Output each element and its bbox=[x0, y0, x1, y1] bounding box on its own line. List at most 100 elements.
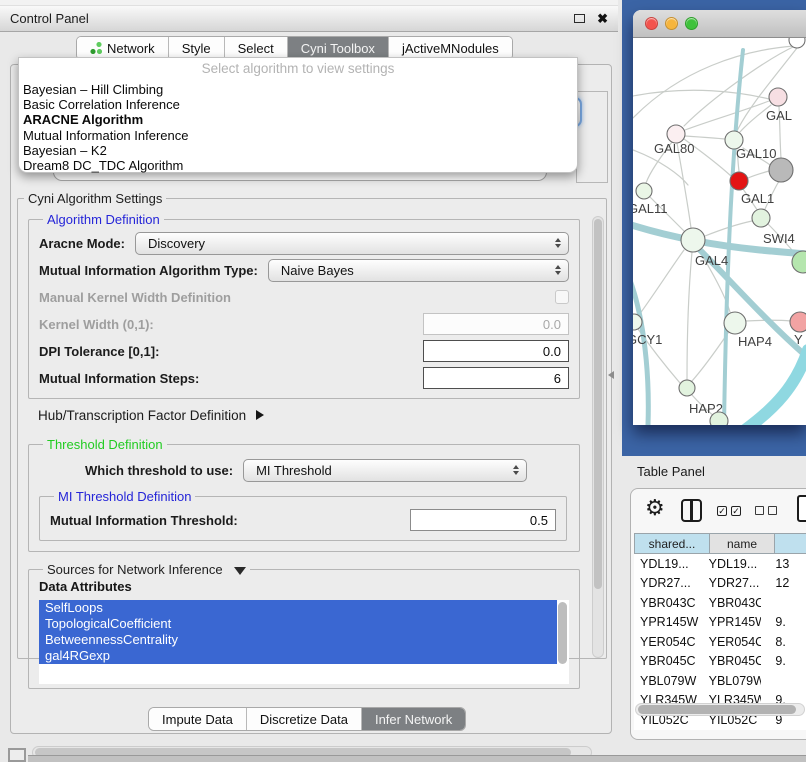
table-cell: 9. bbox=[761, 615, 806, 629]
network-node-label: GAL bbox=[766, 108, 792, 123]
mi-threshold-input[interactable]: 0.5 bbox=[410, 509, 556, 531]
network-node[interactable] bbox=[710, 412, 728, 425]
column-header[interactable] bbox=[775, 533, 806, 554]
algorithm-option[interactable]: ARACNE Algorithm bbox=[19, 112, 577, 127]
network-edge[interactable] bbox=[639, 250, 684, 315]
table-row[interactable]: YBR043CYBR043C bbox=[634, 593, 806, 613]
algorithm-option[interactable]: Mutual Information Inference bbox=[19, 128, 577, 143]
gear-icon[interactable]: ⚙ bbox=[645, 497, 665, 519]
table-row[interactable]: YDR27...YDR27...12 bbox=[634, 574, 806, 594]
manual-kernel-checkbox[interactable] bbox=[555, 290, 569, 304]
algorithm-option[interactable]: Bayesian – K2 bbox=[19, 143, 577, 158]
network-node-swi4[interactable] bbox=[752, 209, 770, 227]
network-node-gal1[interactable] bbox=[730, 172, 748, 190]
splitter-collapse-arrow[interactable] bbox=[608, 371, 614, 379]
table-cell: YBR045C bbox=[703, 654, 762, 668]
table-row[interactable]: YBL079WYBL079W bbox=[634, 671, 806, 691]
sources-title: Sources for Network Inference bbox=[43, 562, 250, 577]
table-cell: YBR043C bbox=[634, 596, 703, 610]
table-cell: 9. bbox=[761, 654, 806, 668]
network-node-label: GAL1 bbox=[741, 191, 774, 206]
network-node-gal[interactable] bbox=[769, 88, 787, 106]
network-node-label: GAL11 bbox=[633, 201, 668, 216]
minimize-window-icon[interactable] bbox=[665, 17, 678, 30]
network-icon bbox=[90, 42, 102, 54]
app-root: Control Panel ✖ NetworkStyleSelectCyni T… bbox=[0, 0, 806, 762]
table-cell: YDL19... bbox=[703, 557, 762, 571]
network-node-label: GCY1 bbox=[633, 332, 662, 347]
new-table-icon[interactable] bbox=[797, 495, 806, 522]
algorithm-option[interactable]: Bayesian – Hill Climbing bbox=[19, 82, 577, 97]
network-window-titlebar[interactable] bbox=[633, 10, 806, 38]
network-node-y[interactable] bbox=[790, 312, 806, 332]
close-panel-icon[interactable]: ✖ bbox=[597, 12, 608, 25]
mi-type-select[interactable]: Naive Bayes bbox=[268, 259, 569, 282]
attribute-list-item[interactable]: BetweennessCentrality bbox=[39, 632, 557, 648]
collapsed-panel-icon[interactable] bbox=[8, 748, 26, 762]
tab-discretize-data[interactable]: Discretize Data bbox=[247, 708, 362, 730]
float-panel-icon[interactable] bbox=[574, 14, 585, 23]
chevron-down-icon[interactable] bbox=[234, 567, 246, 575]
show-checked-columns-icon[interactable]: ✓✓ bbox=[717, 506, 741, 516]
table-cell: 12 bbox=[761, 576, 806, 590]
tab-network[interactable]: Network bbox=[77, 37, 169, 59]
network-edge[interactable] bbox=[687, 252, 692, 380]
attribute-list-item[interactable]: TopologicalCoefficient bbox=[39, 616, 557, 632]
network-canvas[interactable]: GALGAL80GAL10GAL1GAL11SWI4GAL4GCY1HAP4YH… bbox=[633, 38, 806, 425]
hub-factor-expander[interactable]: Hub/Transcription Factor Definition bbox=[38, 403, 606, 427]
list-scrollbar[interactable] bbox=[558, 602, 567, 664]
tab-cyni-toolbox[interactable]: Cyni Toolbox bbox=[288, 37, 389, 59]
zoom-window-icon[interactable] bbox=[685, 17, 698, 30]
attribute-list-item[interactable]: gal4RGexp bbox=[39, 648, 557, 664]
aracne-mode-label: Aracne Mode: bbox=[39, 236, 125, 251]
tab-select[interactable]: Select bbox=[225, 37, 288, 59]
mi-threshold-label: Mutual Information Threshold: bbox=[50, 513, 238, 528]
table-horizontal-scrollbar[interactable] bbox=[635, 703, 805, 716]
table-cell: YBL079W bbox=[634, 674, 703, 688]
hide-columns-icon[interactable] bbox=[755, 506, 777, 515]
network-edge[interactable] bbox=[633, 90, 769, 99]
dpi-tolerance-input[interactable]: 0.0 bbox=[423, 340, 569, 362]
dpi-tolerance-label: DPI Tolerance [0,1]: bbox=[39, 344, 159, 359]
network-edge[interactable] bbox=[748, 171, 769, 178]
which-threshold-value: MI Threshold bbox=[256, 463, 332, 478]
network-node[interactable] bbox=[769, 158, 793, 182]
network-node-label: GAL80 bbox=[654, 141, 694, 156]
column-header[interactable]: shared... bbox=[634, 533, 710, 554]
aracne-mode-select[interactable]: Discovery bbox=[135, 232, 569, 255]
algorithm-option[interactable]: Basic Correlation Inference bbox=[19, 97, 577, 112]
algorithm-option[interactable]: Dream8 DC_TDC Algorithm bbox=[19, 158, 577, 173]
tab-impute-data[interactable]: Impute Data bbox=[149, 708, 247, 730]
data-attributes-list: SelfLoopsTopologicalCoefficientBetweenne… bbox=[39, 600, 569, 684]
network-node-hap2[interactable] bbox=[679, 380, 695, 396]
network-edge[interactable] bbox=[685, 136, 725, 139]
tab-jactivemnodules[interactable]: jActiveMNodules bbox=[389, 37, 512, 59]
kernel-width-input[interactable]: 0.0 bbox=[423, 313, 569, 335]
network-edge[interactable] bbox=[685, 101, 769, 130]
settings-vertical-scrollbar[interactable] bbox=[592, 216, 604, 658]
column-header[interactable]: name bbox=[710, 533, 775, 554]
hub-factor-expander-label: Hub/Transcription Factor Definition bbox=[38, 408, 246, 423]
network-node-gal4[interactable] bbox=[681, 228, 705, 252]
mi-steps-label: Mutual Information Steps: bbox=[39, 371, 199, 386]
network-edge[interactable] bbox=[745, 350, 806, 425]
which-threshold-select[interactable]: MI Threshold bbox=[243, 459, 527, 482]
tab-style[interactable]: Style bbox=[169, 37, 225, 59]
network-window: GALGAL80GAL10GAL1GAL11SWI4GAL4GCY1HAP4YH… bbox=[633, 10, 806, 425]
table-row[interactable]: YBR045CYBR045C9. bbox=[634, 652, 806, 672]
table-cell: 8. bbox=[761, 635, 806, 649]
close-window-icon[interactable] bbox=[645, 17, 658, 30]
network-edge[interactable] bbox=[692, 333, 728, 381]
table-row[interactable]: YDL19...YDL19...13 bbox=[634, 554, 806, 574]
tab-infer-network[interactable]: Infer Network bbox=[362, 708, 465, 730]
mi-steps-input[interactable]: 6 bbox=[423, 367, 569, 389]
table-row[interactable]: YER054CYER054C8. bbox=[634, 632, 806, 652]
network-node-label: SWI4 bbox=[763, 231, 795, 246]
network-edge[interactable] bbox=[724, 50, 743, 425]
network-node-hap4[interactable] bbox=[724, 312, 746, 334]
network-node-gal11[interactable] bbox=[636, 183, 652, 199]
attribute-list-item[interactable]: SelfLoops bbox=[39, 600, 557, 616]
columns-icon[interactable] bbox=[681, 499, 702, 522]
algorithm-definition-title: Algorithm Definition bbox=[43, 212, 164, 227]
table-row[interactable]: YPR145WYPR145W9. bbox=[634, 613, 806, 633]
